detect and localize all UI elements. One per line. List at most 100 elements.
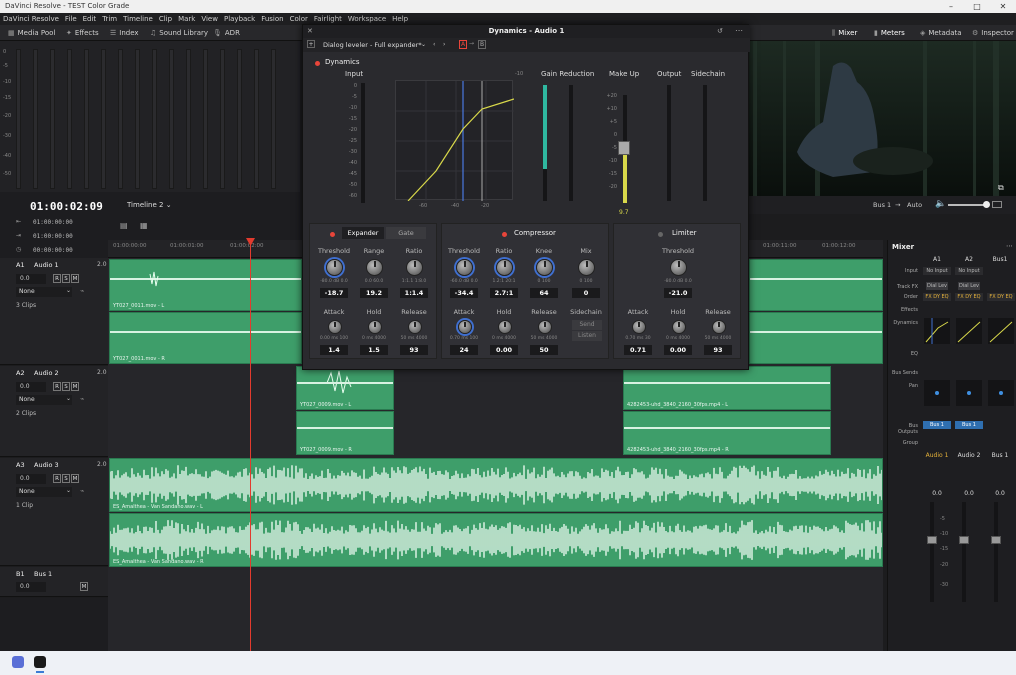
- threshold-value[interactable]: -18.7: [320, 288, 348, 298]
- send-button[interactable]: Send: [572, 320, 602, 330]
- tab-expander[interactable]: Expander: [342, 227, 384, 239]
- makeup-fader-handle[interactable]: [618, 141, 630, 155]
- release-value[interactable]: 93: [704, 345, 732, 355]
- audio-clip[interactable]: 4282453-uhd_3840_2160_30fps.mp4 - L: [623, 366, 831, 410]
- sound-library-button[interactable]: ♫ Sound Library: [150, 27, 208, 39]
- audio-clip[interactable]: [749, 259, 883, 311]
- release-value[interactable]: 50: [530, 345, 558, 355]
- attack-value[interactable]: 1.4: [320, 345, 348, 355]
- fullscreen-icon[interactable]: ⧉: [998, 183, 1004, 193]
- mixer-button[interactable]: ⫼ Mixer: [832, 27, 857, 39]
- playhead[interactable]: [250, 240, 251, 652]
- dynamics-thumbnail[interactable]: [988, 318, 1014, 344]
- solo-button[interactable]: S: [62, 274, 70, 283]
- track-header-a2[interactable]: A2 Audio 2 2.0 0.0 RSM None ⌄ ⌁ 2 Clips: [0, 366, 108, 457]
- fader-handle[interactable]: [991, 536, 1001, 544]
- menu-davinci[interactable]: DaVinci Resolve: [0, 13, 62, 25]
- expander-enable[interactable]: [330, 231, 335, 239]
- menu-view[interactable]: View: [198, 13, 221, 25]
- audio-clip[interactable]: YT027_0009.mov - L: [296, 366, 394, 410]
- release-knob[interactable]: [538, 320, 552, 334]
- dynamics-thumbnail[interactable]: [924, 318, 950, 344]
- release-knob[interactable]: [712, 320, 726, 334]
- dynamics-enable[interactable]: [315, 60, 320, 68]
- audio-clip[interactable]: YT027_0011.mov - L: [109, 259, 302, 311]
- track-name[interactable]: Audio 1: [34, 261, 59, 269]
- maximize-button[interactable]: □: [964, 0, 990, 13]
- release-value[interactable]: 93: [400, 345, 428, 355]
- menu-fusion[interactable]: Fusion: [258, 13, 286, 25]
- listen-button[interactable]: Listen: [572, 331, 602, 341]
- hold-value[interactable]: 1.5: [360, 345, 388, 355]
- mute-button[interactable]: M: [71, 382, 79, 391]
- solo-button[interactable]: S: [62, 474, 70, 483]
- order-select[interactable]: FX DY EQ: [987, 293, 1015, 301]
- pan-control[interactable]: [956, 380, 982, 406]
- mute-button[interactable]: M: [71, 474, 79, 483]
- inspector-button[interactable]: ⚙ Inspector: [972, 27, 1014, 39]
- prev-preset-icon[interactable]: ‹: [433, 41, 435, 48]
- more-options-icon[interactable]: ⋯: [1006, 242, 1013, 250]
- limiter-enable[interactable]: [658, 231, 663, 239]
- threshold-knob[interactable]: [456, 259, 473, 276]
- automation-icon[interactable]: ⌁: [80, 287, 84, 295]
- track-mode-select[interactable]: None: [16, 487, 72, 497]
- track-name[interactable]: Bus 1: [34, 570, 52, 578]
- track-mode-select[interactable]: None: [16, 395, 72, 405]
- track-height-icon[interactable]: ▤: [120, 221, 128, 230]
- davinci-resolve-icon[interactable]: [34, 656, 46, 668]
- attack-knob[interactable]: [632, 320, 646, 334]
- audio-clip[interactable]: 4282453-uhd_3840_2160_30fps.mp4 - R: [623, 411, 831, 455]
- record-button[interactable]: R: [53, 382, 61, 391]
- input-select[interactable]: No Input: [955, 267, 983, 275]
- fader-handle[interactable]: [959, 536, 969, 544]
- fader-handle[interactable]: [927, 536, 937, 544]
- automation-icon[interactable]: ⌁: [80, 487, 84, 495]
- ratio-value[interactable]: 1:1.4: [400, 288, 428, 298]
- menu-playback[interactable]: Playback: [221, 13, 258, 25]
- track-volume[interactable]: 0.0: [16, 582, 46, 592]
- mute-button[interactable]: M: [80, 582, 88, 591]
- tab-gate[interactable]: Gate: [386, 227, 426, 239]
- mix-knob[interactable]: [578, 259, 595, 276]
- menu-clip[interactable]: Clip: [156, 13, 175, 25]
- release-knob[interactable]: [408, 320, 422, 334]
- attack-value[interactable]: 0.71: [624, 345, 652, 355]
- audio-clip[interactable]: ES_Amalthea - Van Sandano.wav - L: [109, 458, 883, 512]
- record-button[interactable]: R: [53, 474, 61, 483]
- timeline-selector[interactable]: Timeline 2 ⌄: [127, 201, 172, 209]
- ratio-knob[interactable]: [496, 259, 513, 276]
- range-knob[interactable]: [366, 259, 383, 276]
- copy-icon[interactable]: →: [469, 40, 474, 47]
- track-header-a3[interactable]: A3 Audio 3 2.0 0.0 RSM None ⌄ ⌁ 1 Clip: [0, 458, 108, 566]
- hold-knob[interactable]: [672, 320, 686, 334]
- preset-b-button[interactable]: B: [478, 40, 486, 49]
- effects-button[interactable]: ✦ Effects: [66, 27, 99, 39]
- menu-file[interactable]: File: [62, 13, 80, 25]
- track-fx-slot[interactable]: Dial Lev: [958, 282, 980, 290]
- attack-knob[interactable]: [328, 320, 342, 334]
- fader-track[interactable]: [930, 502, 934, 602]
- dynamics-title[interactable]: Dynamics - Audio 1: [303, 25, 750, 38]
- track-volume[interactable]: 0.0: [16, 382, 46, 392]
- input-select[interactable]: No Input: [923, 267, 951, 275]
- teams-icon[interactable]: [12, 656, 24, 668]
- automation-icon[interactable]: ⌁: [80, 395, 84, 403]
- bus-output-select[interactable]: Bus 1: [923, 421, 951, 429]
- threshold-value[interactable]: -34.4: [450, 288, 478, 298]
- metadata-button[interactable]: ◈ Metadata: [920, 27, 962, 39]
- record-button[interactable]: R: [53, 274, 61, 283]
- order-select[interactable]: FX DY EQ: [955, 293, 983, 301]
- pan-control[interactable]: [988, 380, 1014, 406]
- audio-clip[interactable]: YT027_0009.mov - R: [296, 411, 394, 455]
- track-name[interactable]: Audio 3: [34, 461, 59, 469]
- adr-button[interactable]: 🎙 ADR: [213, 27, 240, 39]
- minimize-button[interactable]: –: [938, 0, 964, 13]
- reset-icon[interactable]: ↺: [717, 27, 723, 35]
- track-volume[interactable]: 0.0: [16, 474, 46, 484]
- mute-button[interactable]: M: [71, 274, 79, 283]
- media-pool-button[interactable]: ▦ Media Pool: [8, 27, 55, 39]
- close-icon[interactable]: ✕: [307, 27, 313, 35]
- hold-value[interactable]: 0.00: [664, 345, 692, 355]
- preset-select[interactable]: Dialog leveler - Full expander*: [323, 41, 422, 49]
